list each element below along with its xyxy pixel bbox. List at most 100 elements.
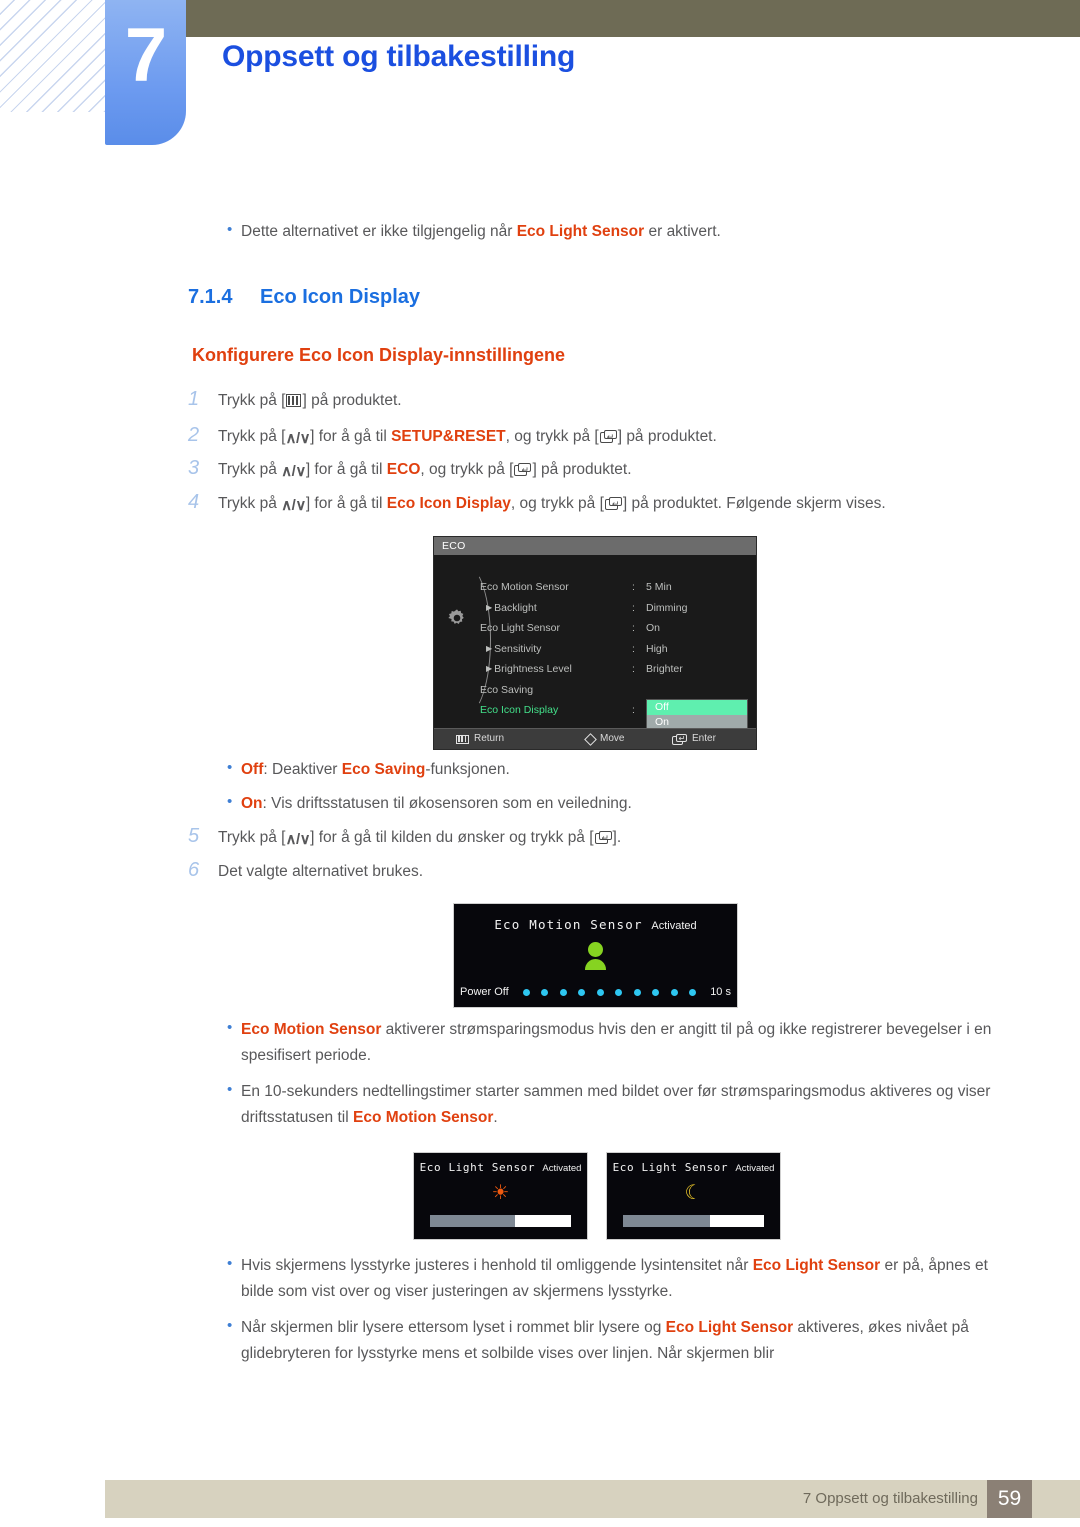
osd-footer-bar: Return Move ↵ Enter bbox=[434, 728, 756, 749]
osd-item-value: Brighter bbox=[646, 663, 683, 675]
osd-enter-label: Enter bbox=[692, 733, 716, 744]
step-number: 1 bbox=[188, 388, 200, 410]
option-note: • On: Vis driftsstatusen til økosensoren … bbox=[227, 791, 1017, 817]
osd-item-value: On bbox=[646, 622, 661, 634]
bullet-dot-icon: • bbox=[227, 1019, 233, 1036]
countdown-dot bbox=[652, 988, 660, 996]
light-note-text: Hvis skjermens lysstyrke justeres i henh… bbox=[241, 1257, 988, 1300]
osd-item-label: ▶ Sensitivity bbox=[486, 642, 542, 655]
chevron-right-icon: ▶ bbox=[486, 664, 493, 673]
countdown-dot bbox=[596, 988, 604, 996]
osd-item-value: 5 Min bbox=[646, 581, 672, 593]
osd-item-colon: : bbox=[632, 642, 635, 655]
step-row: 6 Det valgte alternativet brukes. bbox=[188, 859, 1028, 884]
light-screen-title-day: Eco Light Sensor Activated bbox=[419, 1161, 582, 1174]
countdown-dot bbox=[559, 988, 567, 996]
countdown-dot bbox=[578, 988, 586, 996]
step-text: Det valgte alternativet brukes. bbox=[218, 863, 424, 880]
osd-item-colon: : bbox=[632, 663, 635, 675]
osd-item-colon: : bbox=[632, 581, 635, 593]
motion-note-text: En 10-sekunders nedtellingstimer starter… bbox=[241, 1083, 991, 1126]
osd-item-label: Eco Light Sensor bbox=[480, 622, 560, 634]
intro-note-bullet: • Dette alternativet er ikke tilgjengeli… bbox=[227, 219, 1027, 245]
step-text: Trykk på [∧/∨] for å gå til kilden du øn… bbox=[218, 826, 621, 852]
countdown-dot bbox=[670, 988, 678, 996]
dropdown-option-off[interactable]: Off bbox=[647, 700, 747, 715]
bullet-dot-icon: • bbox=[227, 1255, 233, 1272]
bullet-dot-icon: • bbox=[227, 793, 233, 810]
header-olive-bar bbox=[185, 0, 1080, 37]
step-number: 4 bbox=[188, 491, 200, 513]
step-text: Trykk på ∧/∨] for å gå til ECO, og trykk… bbox=[218, 458, 632, 484]
osd-menu-item[interactable]: Eco Light Sensor: On bbox=[480, 618, 748, 638]
person-icon bbox=[454, 942, 737, 970]
enter-icon: ↵ bbox=[594, 831, 612, 844]
eco-icon-display-dropdown[interactable]: Off On bbox=[646, 699, 748, 731]
step-number: 6 bbox=[188, 859, 200, 881]
osd-item-label: Eco Saving bbox=[480, 683, 534, 696]
up-down-icon: ∧/∨ bbox=[281, 463, 306, 480]
light-screen-title-night: Eco Light Sensor Activated bbox=[612, 1161, 775, 1174]
osd-enter-hint: ↵ Enter bbox=[672, 729, 716, 749]
chevron-right-icon: ▶ bbox=[486, 602, 493, 612]
enter-icon: ↵ bbox=[604, 497, 622, 510]
osd-item-label: ▶ Backlight bbox=[486, 601, 537, 614]
up-down-icon: ∧/∨ bbox=[285, 831, 311, 848]
chapter-number: 7 bbox=[124, 13, 167, 98]
osd-menu-item[interactable]: Eco Motion Sensor:5 Min bbox=[480, 577, 748, 597]
highlighted-term: ECO bbox=[386, 461, 421, 478]
highlighted-term: Eco Saving bbox=[341, 761, 426, 778]
step-row: 2 Trykk på [∧/∨] for å gå til SETUP&RESET… bbox=[188, 424, 1028, 451]
countdown-dot bbox=[689, 988, 697, 996]
osd-menu-item[interactable]: ▶ Backlight: Dimming bbox=[480, 598, 748, 618]
section-subheading: Konfigurere Eco Icon Display-innstilling… bbox=[192, 345, 566, 365]
chevron-right-icon: ▶ bbox=[486, 643, 493, 653]
osd-menu-item[interactable]: ▶ Brightness Level: Brighter bbox=[480, 659, 748, 679]
motion-countdown-row: Power Off 10 s bbox=[460, 986, 731, 998]
motion-screen-title: Eco Motion Sensor Activated bbox=[494, 917, 697, 932]
step-text: Trykk på [∧/∨] for å gå til SETUP&RESET,… bbox=[218, 425, 717, 451]
motion-note: • Eco Motion Sensor aktiverer strømsparin… bbox=[227, 1017, 1017, 1069]
light-note: • Når skjermen blir lysere ettersom lyset… bbox=[227, 1315, 1017, 1367]
up-down-icon: ∧/∨ bbox=[285, 430, 311, 447]
countdown-dot bbox=[615, 988, 623, 996]
bullet-dot-icon: • bbox=[227, 759, 233, 776]
brightness-slider-night bbox=[623, 1215, 764, 1227]
step-row: 3 Trykk på ∧/∨] for å gå til ECO, og tryk… bbox=[188, 457, 1028, 484]
countdown-dots bbox=[522, 988, 697, 996]
osd-menu-item[interactable]: Eco Saving bbox=[480, 680, 748, 700]
osd-item-colon: : bbox=[632, 601, 635, 614]
brightness-slider-day bbox=[430, 1215, 571, 1227]
osd-item-value: High bbox=[646, 642, 668, 655]
menu-icon bbox=[286, 394, 302, 407]
menu-icon bbox=[456, 734, 469, 744]
bullet-dot-icon: • bbox=[227, 1317, 233, 1334]
osd-title: ECO bbox=[434, 537, 756, 555]
page-number: 59 bbox=[987, 1480, 1032, 1518]
motion-note-text: Eco Motion Sensor aktiverer strømsparing… bbox=[241, 1021, 992, 1064]
osd-body: Eco Motion Sensor:5 Min ▶ Backlight: Dimmin… bbox=[434, 555, 756, 731]
chapter-title: Oppsett og tilbakestilling bbox=[222, 40, 576, 73]
intro-note-text: Dette alternativet er ikke tilgjengelig … bbox=[241, 223, 721, 240]
countdown-value: 10 s bbox=[710, 986, 731, 998]
option-note: • Off: Deaktiver Eco Saving-funksjonen. bbox=[227, 757, 1017, 783]
highlighted-term: Eco Motion Sensor bbox=[353, 1109, 494, 1126]
light-note: • Hvis skjermens lysstyrke justeres i hen… bbox=[227, 1253, 1017, 1305]
osd-item-label: Eco Icon Display bbox=[480, 704, 559, 716]
option-note-text: On: Vis driftsstatusen til økosensoren s… bbox=[241, 795, 632, 812]
osd-item-colon: : bbox=[632, 704, 635, 716]
osd-return-hint: Return bbox=[456, 729, 504, 749]
light-note-text: Når skjermen blir lysere ettersom lyset … bbox=[241, 1319, 969, 1362]
highlighted-term: SETUP&RESET bbox=[391, 428, 506, 445]
osd-return-label: Return bbox=[474, 733, 505, 744]
step-row: 4 Trykk på ∧/∨] for å gå til Eco Icon Dis… bbox=[188, 491, 1028, 518]
countdown-dot bbox=[522, 988, 530, 996]
step-text: Trykk på ∧/∨] for å gå til Eco Icon Disp… bbox=[218, 492, 886, 518]
step-row: 5 Trykk på [∧/∨] for å gå til kilden du ø… bbox=[188, 825, 1028, 852]
enter-icon: ↵ bbox=[514, 463, 532, 476]
up-down-icon: ∧/∨ bbox=[281, 497, 306, 514]
osd-menu-item[interactable]: ▶ Sensitivity: High bbox=[480, 639, 748, 659]
osd-item-label: ▶ Brightness Level bbox=[486, 663, 572, 675]
osd-move-hint: Move bbox=[584, 729, 624, 749]
highlighted-term: Eco Icon Display bbox=[386, 495, 511, 512]
